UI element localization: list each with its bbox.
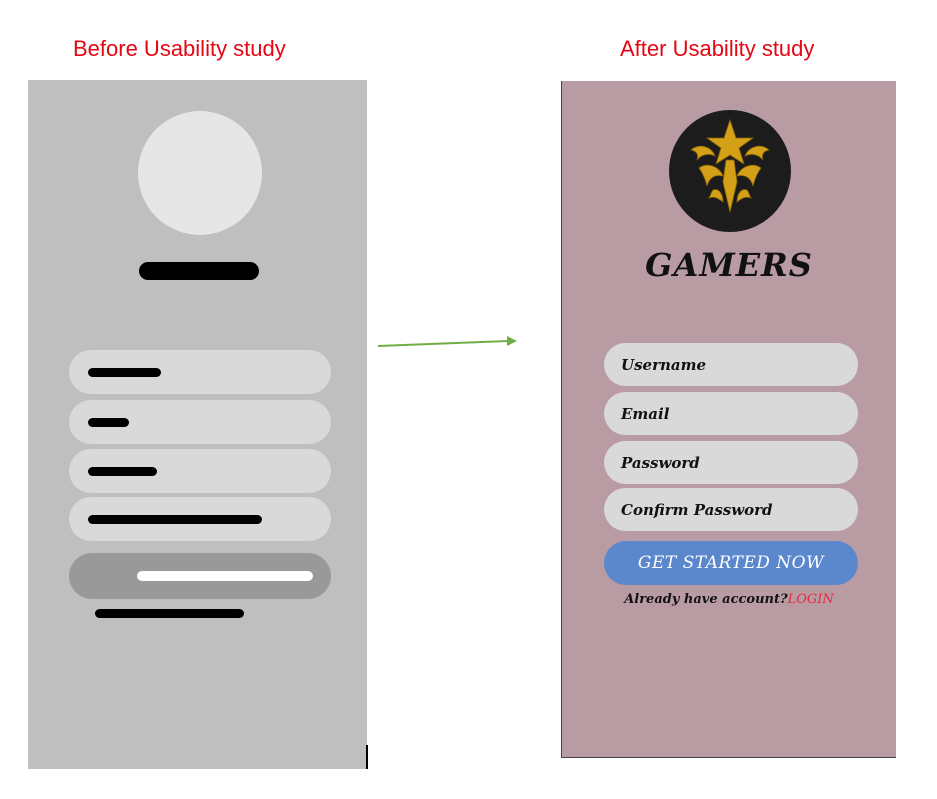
right-arrow-icon <box>377 336 517 347</box>
app-title: GAMERS <box>645 246 813 284</box>
wireframe-title-placeholder <box>139 262 259 280</box>
wireframe-text-placeholder <box>88 418 129 427</box>
get-started-button[interactable]: GET STARTED NOW <box>604 541 858 585</box>
wireframe-field-username <box>69 350 331 394</box>
wireframe-text-placeholder <box>88 368 161 377</box>
panel-edge-line <box>366 745 368 769</box>
wireframe-text-placeholder <box>88 515 262 524</box>
wireframe-button-label-placeholder <box>137 571 313 581</box>
confirm-password-field[interactable]: Confirm Password <box>604 488 858 531</box>
login-prompt-line: Already have account?LOGIN <box>562 592 896 607</box>
wireframe-field-confirm-password <box>69 497 331 541</box>
before-caption: Before Usability study <box>73 36 286 61</box>
wireframe-field-password <box>69 449 331 493</box>
wireframe-link-placeholder <box>95 609 244 618</box>
wireframe-field-email <box>69 400 331 444</box>
password-field[interactable]: Password <box>604 441 858 484</box>
golden-mask-emblem-icon <box>669 110 791 232</box>
login-prompt-text: Already have account? <box>624 592 788 607</box>
wireframe-logo-placeholder <box>138 111 262 235</box>
wireframe-button <box>69 553 331 599</box>
before-wireframe <box>28 80 367 769</box>
email-field[interactable]: Email <box>604 392 858 435</box>
wireframe-text-placeholder <box>88 467 157 476</box>
after-screen: GAMERS Username Email Password Confirm P… <box>561 81 896 758</box>
login-link[interactable]: LOGIN <box>788 592 834 607</box>
username-field[interactable]: Username <box>604 343 858 386</box>
after-caption: After Usability study <box>620 36 815 61</box>
